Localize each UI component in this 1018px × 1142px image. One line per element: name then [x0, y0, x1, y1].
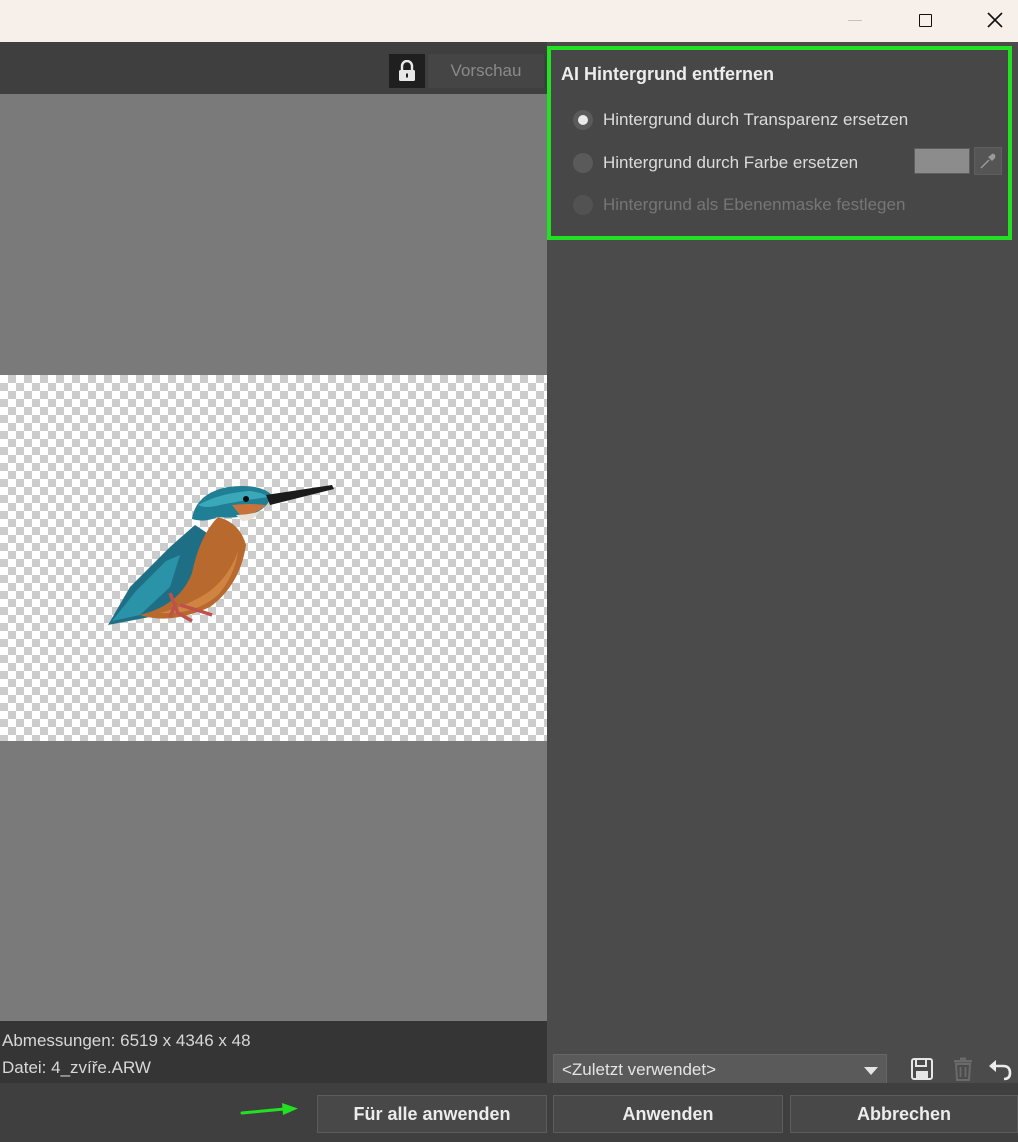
- file-name-text: Datei: 4_zvíře.ARW: [2, 1058, 151, 1077]
- preview-toolbar: Vorschau: [0, 42, 547, 94]
- lock-icon: [399, 60, 415, 81]
- preview-button[interactable]: Vorschau: [428, 54, 544, 88]
- lock-button[interactable]: [389, 54, 425, 88]
- title-bar: [0, 0, 1018, 42]
- dimensions-text: Abmessungen: 6519 x 4346 x 48: [2, 1031, 251, 1050]
- preset-dropdown-value: <Zuletzt verwendet>: [562, 1060, 717, 1079]
- delete-preset-button[interactable]: [948, 1054, 978, 1084]
- eyedropper-button[interactable]: [974, 147, 1002, 175]
- trash-icon: [954, 1057, 972, 1081]
- minimize-icon: [848, 19, 862, 21]
- undo-icon: [989, 1060, 1012, 1081]
- preset-dropdown[interactable]: <Zuletzt verwendet>: [553, 1054, 887, 1086]
- image-info: Abmessungen: 6519 x 4346 x 48 Datei: 4_z…: [0, 1021, 547, 1083]
- chevron-down-icon: [864, 1067, 878, 1075]
- radio-layer-mask: [573, 195, 593, 215]
- option-transparency[interactable]: Hintergrund durch Transparenz ersetzen: [573, 110, 908, 130]
- maximize-button[interactable]: [902, 0, 948, 40]
- option-layer-mask: Hintergrund als Ebenenmaske festlegen: [573, 195, 905, 215]
- kingfisher-image: [108, 485, 334, 625]
- ai-background-removal-section: AI Hintergrund entfernen Hintergrund dur…: [547, 46, 1012, 240]
- apply-all-button[interactable]: Für alle anwenden: [317, 1095, 547, 1133]
- option-color-label: Hintergrund durch Farbe ersetzen: [603, 153, 859, 172]
- close-button[interactable]: [972, 0, 1018, 40]
- minimize-button[interactable]: [832, 0, 878, 40]
- settings-panel: AI Hintergrund entfernen Hintergrund dur…: [547, 42, 1018, 1094]
- color-swatch[interactable]: [914, 148, 970, 174]
- green-arrow-annotation: [240, 1103, 298, 1115]
- radio-color[interactable]: [573, 153, 593, 173]
- reset-button[interactable]: [986, 1054, 1016, 1084]
- save-icon: [911, 1058, 933, 1080]
- option-layer-mask-label: Hintergrund als Ebenenmaske festlegen: [603, 195, 906, 214]
- eyedropper-icon: [980, 153, 996, 169]
- cancel-button[interactable]: Abbrechen: [790, 1095, 1018, 1133]
- option-color[interactable]: Hintergrund durch Farbe ersetzen: [573, 153, 858, 173]
- option-transparency-label: Hintergrund durch Transparenz ersetzen: [603, 110, 909, 129]
- preview-canvas[interactable]: [0, 94, 547, 1021]
- close-icon: [987, 12, 1003, 28]
- radio-transparency[interactable]: [573, 110, 593, 130]
- apply-button[interactable]: Anwenden: [553, 1095, 783, 1133]
- transparency-checkerboard: [0, 375, 547, 741]
- save-preset-button[interactable]: [907, 1054, 937, 1084]
- maximize-icon: [918, 13, 932, 27]
- section-title: AI Hintergrund entfernen: [561, 64, 775, 84]
